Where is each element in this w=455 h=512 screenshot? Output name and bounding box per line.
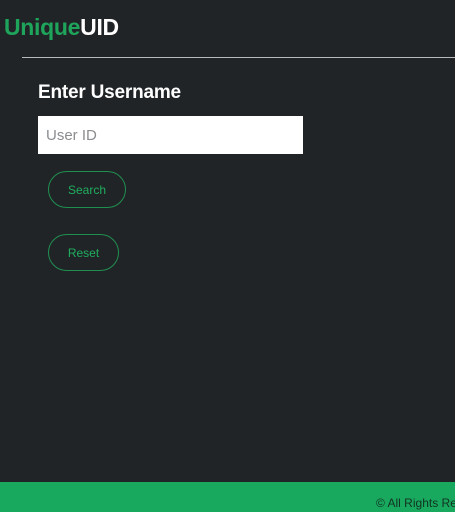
page-heading: Enter Username xyxy=(38,82,181,103)
page: UniqueUID Enter Username Search Reset © … xyxy=(0,0,455,512)
header-divider xyxy=(22,57,455,58)
footer-copyright: © All Rights Res xyxy=(376,496,455,510)
search-button[interactable]: Search xyxy=(48,171,126,208)
brand-name-part-uid: UID xyxy=(80,14,119,40)
brand-name-part-unique: Unique xyxy=(4,14,81,40)
user-id-input[interactable] xyxy=(38,116,303,154)
reset-button[interactable]: Reset xyxy=(48,234,119,271)
brand-logo[interactable]: UniqueUID xyxy=(4,13,119,41)
